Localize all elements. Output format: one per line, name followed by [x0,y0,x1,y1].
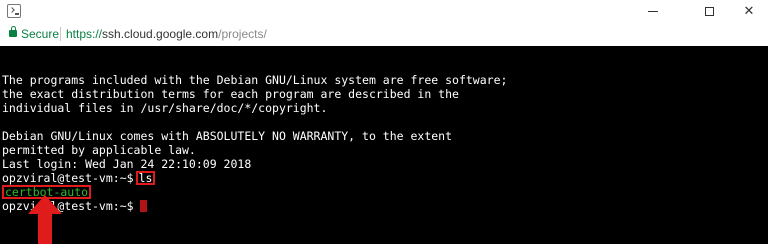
lock-icon [9,26,17,37]
red-up-arrow-annotation [28,195,62,244]
address-separator [60,27,61,41]
close-button[interactable]: ✕ [726,0,768,22]
terminal-line: The programs included with the Debian GN… [2,73,508,87]
ls-command-highlight: ls [135,171,156,185]
url-text[interactable]: https://ssh.cloud.google.com/projects/ [66,27,267,41]
shell-prompt: opzviral@test-vm:~$ [2,199,134,213]
output-line: certbot-auto [2,185,507,199]
url-scheme: https:// [66,27,103,41]
minimize-button[interactable] [630,0,676,22]
terminal-cursor [139,200,147,212]
terminal-output: The programs included with the Debian GN… [2,73,507,213]
url-host: ssh.cloud.google.com [102,27,219,41]
command-line: opzviral@test-vm:~$ ls [2,171,507,185]
last-login-line: Last login: Wed Jan 24 22:10:09 2018 [2,157,252,171]
shell-prompt: opzviral@test-vm:~$ [2,171,134,185]
window-titlebar: ✕ [0,0,768,22]
terminal-line: permitted by applicable law. [2,143,196,157]
active-prompt-line[interactable]: opzviral@test-vm:~$ [2,199,507,213]
address-bar[interactable]: Secure https://ssh.cloud.google.com/proj… [0,22,768,46]
terminal-line: Debian GNU/Linux comes with ABSOLUTELY N… [2,129,453,143]
close-icon: ✕ [743,3,755,19]
maximize-icon [704,6,714,16]
terminal-app-icon [7,4,21,18]
terminal-line: individual files in /usr/share/doc/*/cop… [2,101,328,115]
url-path: /projects/ [218,27,267,41]
minimize-icon [648,10,658,12]
secure-label: Secure [21,27,60,41]
terminal-line: the exact distribution terms for each pr… [2,87,459,101]
terminal-window[interactable]: The programs included with the Debian GN… [0,46,768,244]
